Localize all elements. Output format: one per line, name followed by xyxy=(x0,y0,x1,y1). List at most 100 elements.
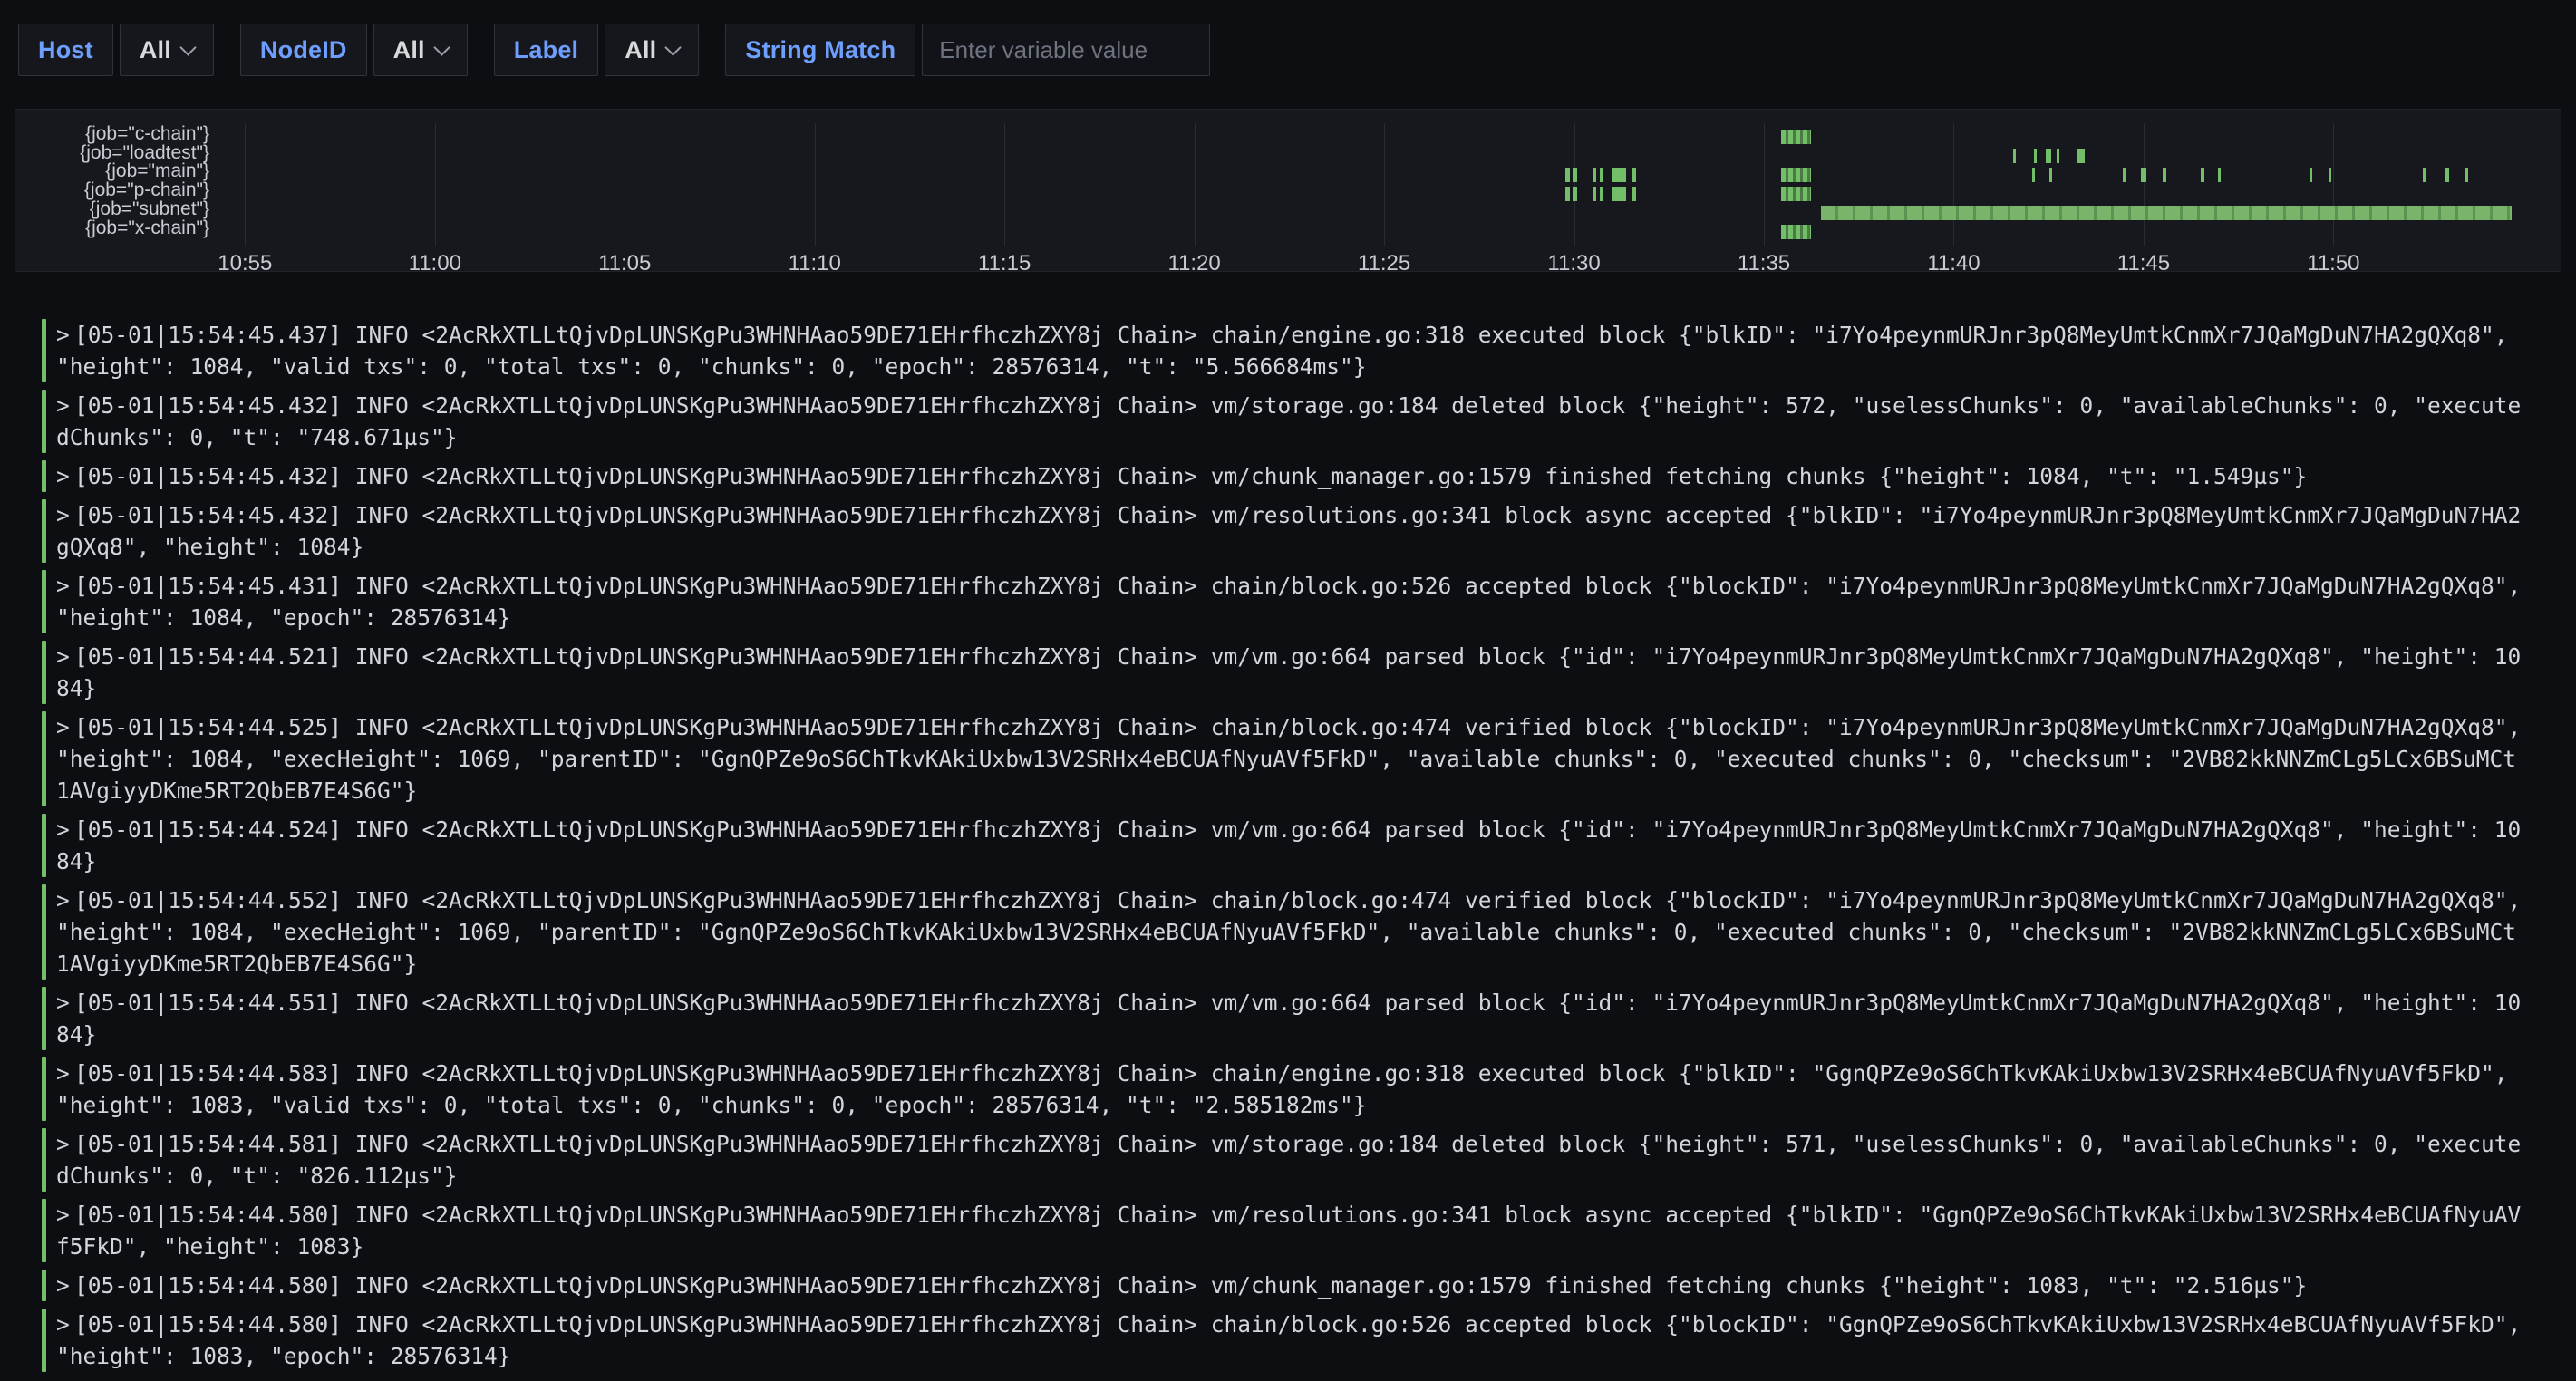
log-volume-tick xyxy=(2423,168,2426,182)
log-row[interactable]: >[05-01|15:54:44.524] INFO <2AcRkXTLLtQj… xyxy=(42,814,2561,877)
variable-dropdown-label[interactable]: All xyxy=(605,24,699,76)
log-message: >[05-01|15:54:44.580] INFO <2AcRkXTLLtQj… xyxy=(56,1199,2523,1262)
log-volume-burst xyxy=(1781,187,1812,201)
timeline-row-jobx-chain xyxy=(218,225,2546,239)
log-volume-tick xyxy=(1614,168,1626,182)
log-message: >[05-01|15:54:45.437] INFO <2AcRkXTLLtQj… xyxy=(56,319,2523,382)
string-match-input[interactable] xyxy=(922,24,1210,76)
variable-dropdown-host[interactable]: All xyxy=(120,24,214,76)
x-tick-label: 11:30 xyxy=(1547,251,1600,276)
log-volume-timeline-panel: {job="c-chain"} {job="loadtest"} {job="m… xyxy=(15,109,2561,272)
log-volume-tick xyxy=(1593,187,1596,201)
variable-dropdown-nodeid[interactable]: All xyxy=(373,24,468,76)
log-row[interactable]: >[05-01|15:54:44.581] INFO <2AcRkXTLLtQj… xyxy=(42,1128,2561,1192)
chevron-right-icon[interactable]: > xyxy=(56,1128,74,1160)
log-row[interactable]: >[05-01|15:54:45.432] INFO <2AcRkXTLLtQj… xyxy=(42,499,2561,563)
timeline-series-labels: {job="c-chain"} {job="loadtest"} {job="m… xyxy=(15,125,209,237)
x-tick-label: 11:00 xyxy=(409,251,461,276)
log-volume-burst xyxy=(1781,225,1812,239)
variables-toolbar: HostAllNodeIDAllLabelAll String Match xyxy=(0,0,2576,76)
log-row[interactable]: >[05-01|15:54:44.521] INFO <2AcRkXTLLtQj… xyxy=(42,641,2561,704)
chevron-right-icon[interactable]: > xyxy=(56,570,74,602)
log-volume-tick xyxy=(2201,168,2203,182)
log-row[interactable]: >[05-01|15:54:44.583] INFO <2AcRkXTLLtQj… xyxy=(42,1057,2561,1121)
log-volume-tick xyxy=(2141,168,2146,182)
variable-value-host: All xyxy=(140,36,171,64)
log-level-indicator-info xyxy=(42,641,46,704)
log-volume-tick xyxy=(1573,168,1577,182)
log-row[interactable]: >[05-01|15:54:44.580] INFO <2AcRkXTLLtQj… xyxy=(42,1270,2561,1301)
chevron-right-icon[interactable]: > xyxy=(56,1270,74,1301)
chevron-right-icon[interactable]: > xyxy=(56,460,74,492)
log-message: >[05-01|15:54:44.580] INFO <2AcRkXTLLtQj… xyxy=(56,1309,2523,1372)
log-volume-tick xyxy=(2057,149,2059,163)
log-volume-tick xyxy=(1600,168,1603,182)
timeline-plot[interactable]: 10:5511:0011:0511:1011:1511:2011:2511:30… xyxy=(218,110,2546,271)
chevron-right-icon[interactable]: > xyxy=(56,499,74,531)
log-message: >[05-01|15:54:45.432] INFO <2AcRkXTLLtQj… xyxy=(56,390,2523,453)
chevron-right-icon[interactable]: > xyxy=(56,319,74,351)
timeline-row-jobloadtest xyxy=(218,149,2546,163)
variable-label-label: Label xyxy=(494,24,599,76)
log-volume-tick xyxy=(2077,149,2085,163)
log-row[interactable]: >[05-01|15:54:45.432] INFO <2AcRkXTLLtQj… xyxy=(42,460,2561,492)
chevron-right-icon[interactable]: > xyxy=(56,814,74,845)
log-message: >[05-01|15:54:44.551] INFO <2AcRkXTLLtQj… xyxy=(56,987,2523,1050)
x-tick-label: 11:25 xyxy=(1358,251,1410,276)
log-volume-tick xyxy=(1565,187,1570,201)
variable-group-nodeid: NodeID All xyxy=(240,24,468,76)
chevron-down-icon xyxy=(433,39,450,55)
x-tick-label: 11:45 xyxy=(2117,251,2170,276)
chevron-right-icon[interactable]: > xyxy=(56,1309,74,1340)
x-tick-label: 11:10 xyxy=(789,251,841,276)
variable-group-host: HostAll xyxy=(18,24,214,76)
log-volume-tick xyxy=(2445,168,2448,182)
timeline-row-jobsubnet xyxy=(218,206,2546,220)
log-message: >[05-01|15:54:44.525] INFO <2AcRkXTLLtQj… xyxy=(56,711,2523,806)
log-row[interactable]: >[05-01|15:54:44.580] INFO <2AcRkXTLLtQj… xyxy=(42,1199,2561,1262)
log-level-indicator-info xyxy=(42,1128,46,1192)
chevron-right-icon[interactable]: > xyxy=(56,1199,74,1231)
log-row[interactable]: >[05-01|15:54:44.551] INFO <2AcRkXTLLtQj… xyxy=(42,987,2561,1050)
log-message: >[05-01|15:54:45.432] INFO <2AcRkXTLLtQj… xyxy=(56,460,2523,492)
log-row[interactable]: >[05-01|15:54:45.432] INFO <2AcRkXTLLtQj… xyxy=(42,390,2561,453)
log-level-indicator-info xyxy=(42,499,46,563)
log-row[interactable]: >[05-01|15:54:44.525] INFO <2AcRkXTLLtQj… xyxy=(42,711,2561,806)
log-message: >[05-01|15:54:44.552] INFO <2AcRkXTLLtQj… xyxy=(56,884,2523,980)
log-volume-tick xyxy=(2049,168,2052,182)
log-volume-tick xyxy=(2013,149,2016,163)
log-list: >[05-01|15:54:45.437] INFO <2AcRkXTLLtQj… xyxy=(42,319,2561,1372)
log-message: >[05-01|15:54:44.583] INFO <2AcRkXTLLtQj… xyxy=(56,1057,2523,1121)
log-level-indicator-info xyxy=(42,319,46,382)
chevron-right-icon[interactable]: > xyxy=(56,711,74,743)
x-tick-label: 11:20 xyxy=(1167,251,1220,276)
log-volume-tick xyxy=(1593,168,1596,182)
timeline-row-jobp-chain xyxy=(218,187,2546,201)
log-level-indicator-info xyxy=(42,390,46,453)
log-message: >[05-01|15:54:44.580] INFO <2AcRkXTLLtQj… xyxy=(56,1270,2523,1301)
chevron-right-icon[interactable]: > xyxy=(56,1057,74,1089)
x-tick-label: 11:40 xyxy=(1927,251,1980,276)
timeline-row-jobmain xyxy=(218,168,2546,182)
chevron-right-icon[interactable]: > xyxy=(56,884,74,916)
variable-value-nodeid: All xyxy=(393,36,425,64)
x-tick-label: 10:55 xyxy=(218,251,272,276)
log-volume-tick xyxy=(1573,187,1577,201)
chevron-down-icon xyxy=(665,39,682,55)
log-volume-burst xyxy=(1781,168,1812,182)
log-message: >[05-01|15:54:44.581] INFO <2AcRkXTLLtQj… xyxy=(56,1128,2523,1192)
log-level-indicator-info xyxy=(42,884,46,980)
log-row[interactable]: >[05-01|15:54:45.431] INFO <2AcRkXTLLtQj… xyxy=(42,570,2561,633)
log-message: >[05-01|15:54:45.432] INFO <2AcRkXTLLtQj… xyxy=(56,499,2523,563)
chevron-right-icon[interactable]: > xyxy=(56,641,74,672)
log-row[interactable]: >[05-01|15:54:44.552] INFO <2AcRkXTLLtQj… xyxy=(42,884,2561,980)
chevron-right-icon[interactable]: > xyxy=(56,390,74,421)
chevron-right-icon[interactable]: > xyxy=(56,987,74,1019)
variable-label-nodeid: NodeID xyxy=(240,24,367,76)
log-row[interactable]: >[05-01|15:54:45.437] INFO <2AcRkXTLLtQj… xyxy=(42,319,2561,382)
variable-selectors: HostAllNodeIDAllLabelAll xyxy=(18,24,699,76)
log-level-indicator-info xyxy=(42,460,46,492)
variable-group-label: LabelAll xyxy=(494,24,700,76)
log-row[interactable]: >[05-01|15:54:44.580] INFO <2AcRkXTLLtQj… xyxy=(42,1309,2561,1372)
log-level-indicator-info xyxy=(42,1057,46,1121)
